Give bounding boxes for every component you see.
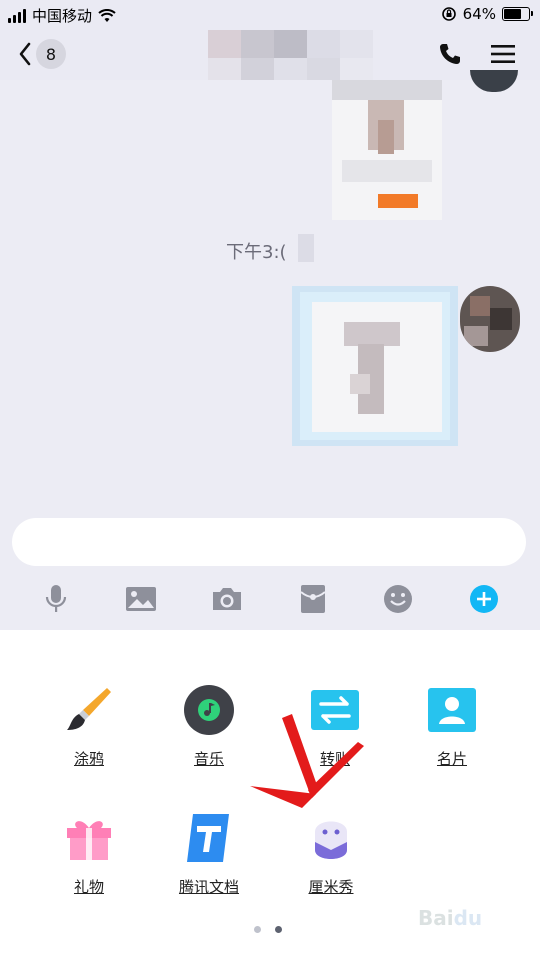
gift-icon xyxy=(67,821,111,860)
hamburger-menu-icon[interactable] xyxy=(490,43,516,65)
sender-avatar[interactable] xyxy=(470,70,518,92)
app-label: 名片 xyxy=(436,750,467,768)
rotation-lock-icon xyxy=(441,7,456,21)
plus-icon[interactable] xyxy=(467,582,501,616)
message-input[interactable] xyxy=(12,518,526,566)
baidu-jingyan-watermark: Baidu xyxy=(418,906,483,930)
app-gift[interactable]: 礼物 xyxy=(34,812,144,897)
image-message[interactable] xyxy=(332,80,442,220)
phone-icon[interactable] xyxy=(438,42,462,66)
paintbrush-icon xyxy=(67,688,111,730)
app-doodle[interactable]: 涂鸦 xyxy=(34,684,144,769)
app-label: 厘米秀 xyxy=(308,878,354,896)
message-timestamp: 下午3:( xyxy=(226,242,287,263)
app-tencent-docs[interactable]: 腾讯文档 xyxy=(154,812,264,897)
battery-icon xyxy=(502,7,533,21)
cmshow-icon xyxy=(315,821,347,859)
image-message[interactable] xyxy=(292,286,458,446)
page-indicator xyxy=(254,926,282,933)
app-label: 腾讯文档 xyxy=(178,878,239,896)
camera-icon[interactable] xyxy=(210,582,244,616)
signal-icon xyxy=(8,8,26,23)
emoji-icon[interactable] xyxy=(381,582,415,616)
red-packet-icon[interactable] xyxy=(296,582,330,616)
wifi-icon xyxy=(98,8,116,22)
red-arrow-annotation xyxy=(250,714,364,808)
image-icon[interactable] xyxy=(124,582,158,616)
microphone-icon[interactable] xyxy=(39,582,73,616)
page-dot[interactable] xyxy=(254,926,261,933)
battery-percent: 64% xyxy=(462,5,496,23)
carrier-label: 中国移动 xyxy=(32,7,93,25)
chat-toolbar xyxy=(0,574,540,624)
contact-card-icon xyxy=(428,688,476,732)
page-dot-active[interactable] xyxy=(275,926,282,933)
my-avatar[interactable] xyxy=(460,286,520,352)
back-button[interactable]: 8 xyxy=(18,39,66,69)
blurred-timestamp-tail xyxy=(298,234,314,262)
chevron-left-icon xyxy=(19,42,31,66)
chat-header: 8 xyxy=(0,30,540,88)
app-contact-card[interactable]: 名片 xyxy=(397,684,507,769)
app-label: 涂鸦 xyxy=(73,750,104,768)
status-bar: 中国移动 64% xyxy=(0,0,540,30)
app-label: 礼物 xyxy=(73,878,104,896)
unread-count-badge: 8 xyxy=(36,39,66,69)
tencent-docs-icon xyxy=(187,814,229,862)
app-cmshow[interactable]: 厘米秀 xyxy=(276,812,386,897)
chat-message-area: 下午3:( xyxy=(0,70,540,510)
music-icon xyxy=(184,685,234,735)
